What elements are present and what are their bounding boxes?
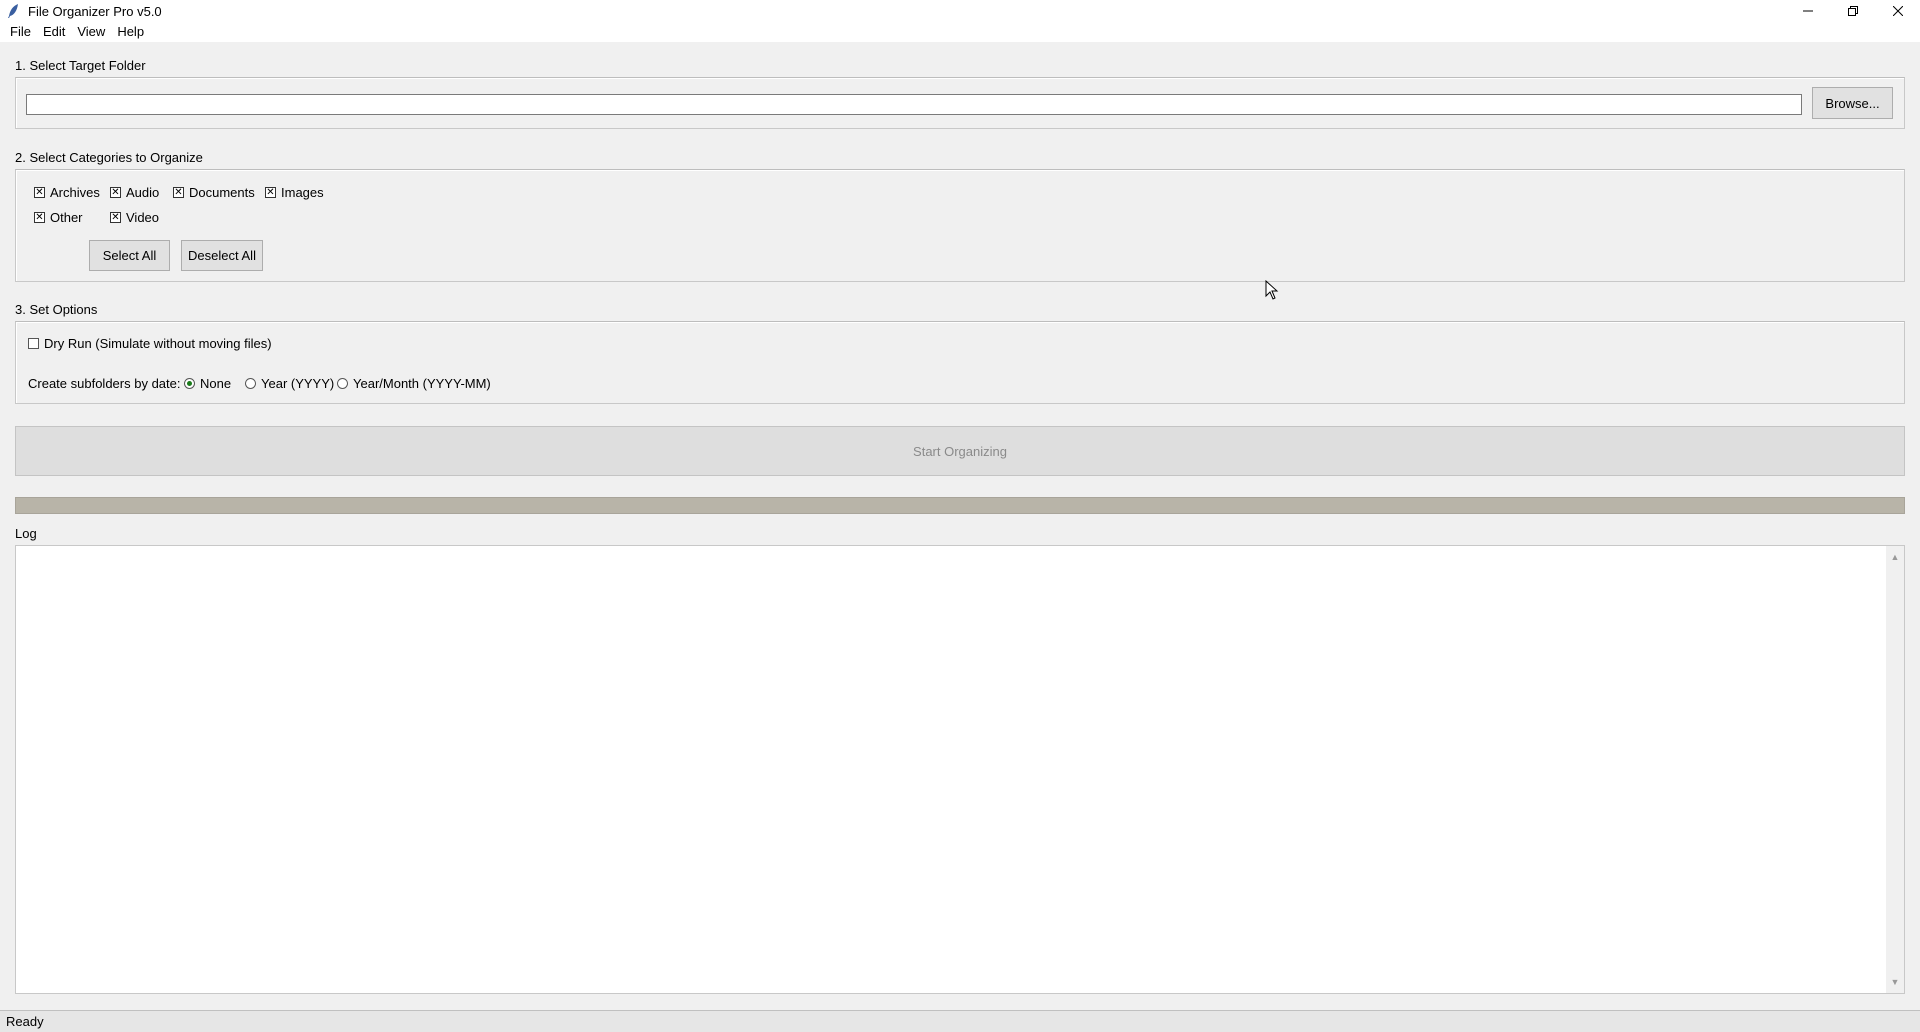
- progress-bar: [15, 497, 1905, 514]
- minimize-icon: [1802, 10, 1813, 12]
- dry-run-label: Dry Run (Simulate without moving files): [44, 336, 272, 351]
- checkbox-documents-box[interactable]: ✕: [173, 187, 184, 198]
- menu-help[interactable]: Help: [111, 22, 150, 42]
- checkbox-documents[interactable]: ✕ Documents: [173, 185, 255, 200]
- checkbox-video[interactable]: ✕ Video: [110, 210, 159, 225]
- menu-file[interactable]: File: [4, 22, 37, 42]
- mouse-cursor-icon: [1265, 280, 1279, 300]
- checkbox-archives-box[interactable]: ✕: [34, 187, 45, 198]
- log-scrollbar[interactable]: ▲ ▼: [1886, 546, 1904, 993]
- dry-run-checkbox-box[interactable]: [28, 338, 39, 349]
- browse-button[interactable]: Browse...: [1812, 87, 1893, 119]
- close-button[interactable]: [1875, 0, 1920, 22]
- target-folder-input[interactable]: [26, 94, 1802, 115]
- radio-none-dot[interactable]: [184, 378, 195, 389]
- log-text-area[interactable]: [22, 550, 1882, 989]
- menu-edit[interactable]: Edit: [37, 22, 71, 42]
- deselect-all-button[interactable]: Deselect All: [181, 240, 263, 271]
- menu-view[interactable]: View: [71, 22, 111, 42]
- checkbox-video-box[interactable]: ✕: [110, 212, 121, 223]
- radio-year-month-dot[interactable]: [337, 378, 348, 389]
- radio-year-month[interactable]: Year/Month (YYYY-MM): [337, 376, 491, 391]
- radio-year-label: Year (YYYY): [261, 376, 335, 391]
- radio-year-month-label: Year/Month (YYYY-MM): [353, 376, 491, 391]
- radio-year-dot[interactable]: [245, 378, 256, 389]
- checkbox-images-box[interactable]: ✕: [265, 187, 276, 198]
- minimize-button[interactable]: [1785, 0, 1830, 22]
- feather-icon: [8, 4, 18, 18]
- scroll-down-icon[interactable]: ▼: [1890, 977, 1900, 987]
- maximize-icon: [1847, 6, 1858, 16]
- maximize-button[interactable]: [1830, 0, 1875, 22]
- start-organizing-button[interactable]: Start Organizing: [15, 426, 1905, 476]
- window-controls: [1785, 0, 1920, 22]
- checkbox-other-label: Other: [50, 210, 83, 225]
- close-icon: [1892, 6, 1903, 16]
- log-panel: ▲ ▼: [15, 545, 1905, 994]
- window-title: File Organizer Pro v5.0: [28, 3, 162, 19]
- dry-run-checkbox[interactable]: Dry Run (Simulate without moving files): [28, 336, 272, 351]
- checkbox-images-label: Images: [281, 185, 324, 200]
- subfolder-by-date-label: Create subfolders by date:: [28, 376, 181, 391]
- radio-year[interactable]: Year (YYYY): [245, 376, 334, 391]
- checkbox-audio[interactable]: ✕ Audio: [110, 185, 159, 200]
- radio-none-label: None: [200, 376, 232, 391]
- select-all-button[interactable]: Select All: [89, 240, 170, 271]
- menu-bar: File Edit View Help: [0, 22, 1920, 42]
- checkbox-video-label: Video: [126, 210, 160, 225]
- section-options-label: 3. Set Options: [15, 302, 98, 317]
- checkbox-other[interactable]: ✕ Other: [34, 210, 83, 225]
- status-text: Ready: [6, 1014, 44, 1029]
- checkbox-other-box[interactable]: ✕: [34, 212, 45, 223]
- checkbox-archives-label: Archives: [50, 185, 100, 200]
- checkbox-documents-label: Documents: [189, 185, 255, 200]
- radio-none[interactable]: None: [184, 376, 231, 391]
- checkbox-audio-box[interactable]: ✕: [110, 187, 121, 198]
- log-label: Log: [15, 526, 37, 541]
- status-bar: Ready: [0, 1010, 1920, 1032]
- section-target-folder-label: 1. Select Target Folder: [15, 58, 146, 73]
- scroll-up-icon[interactable]: ▲: [1890, 552, 1900, 562]
- options-group: [15, 321, 1905, 404]
- checkbox-images[interactable]: ✕ Images: [265, 185, 324, 200]
- title-bar: File Organizer Pro v5.0: [0, 0, 1920, 22]
- section-categories-label: 2. Select Categories to Organize: [15, 150, 203, 165]
- checkbox-archives[interactable]: ✕ Archives: [34, 185, 100, 200]
- checkbox-audio-label: Audio: [126, 185, 160, 200]
